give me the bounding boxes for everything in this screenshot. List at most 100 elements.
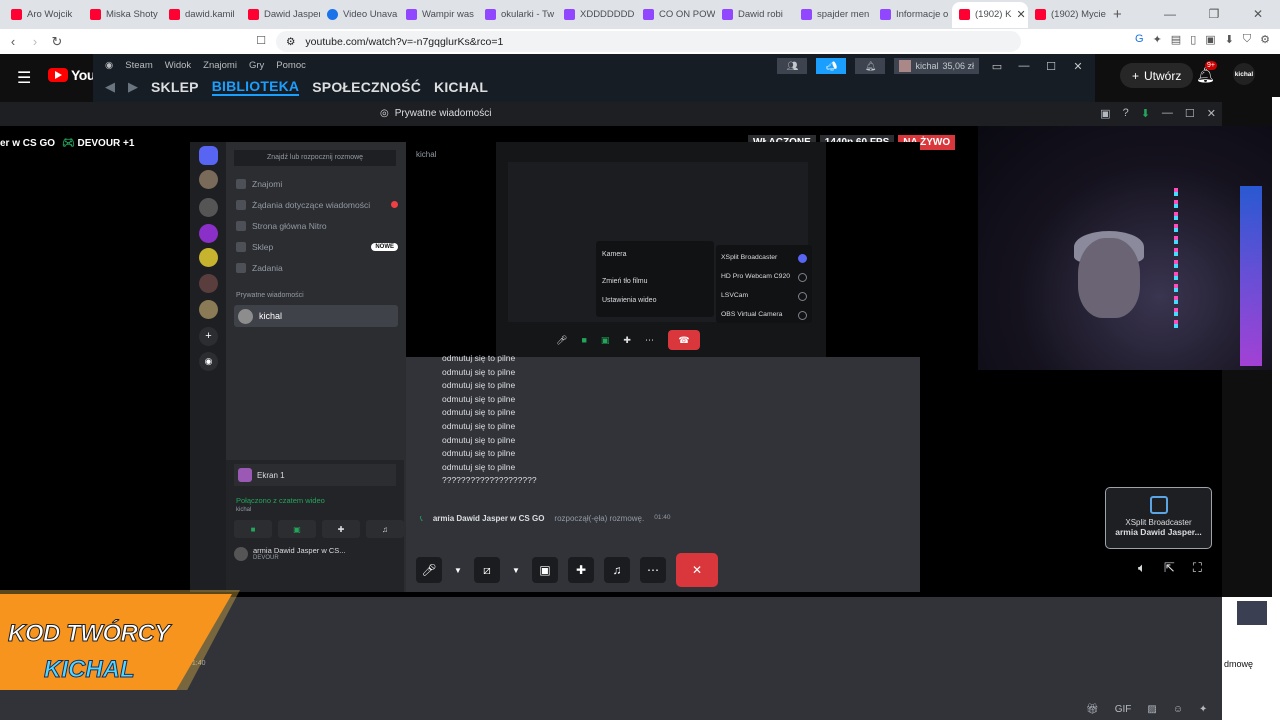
- server-icon[interactable]: [199, 248, 218, 267]
- server-icon[interactable]: [199, 198, 218, 217]
- screen-share-icon[interactable]: ▣: [532, 557, 558, 583]
- sidebar-item-nitro[interactable]: Strona główna Nitro: [234, 217, 398, 234]
- minimize-icon[interactable]: —: [1148, 0, 1192, 28]
- more-icon[interactable]: ⋯: [640, 557, 666, 583]
- sidebar-item-quests[interactable]: Zadania: [234, 259, 398, 276]
- steam-menu-item[interactable]: Pomoc: [276, 60, 306, 71]
- emoji-icon[interactable]: ☺: [1173, 704, 1183, 715]
- steam-menu-item[interactable]: Gry: [249, 60, 264, 71]
- dm-item[interactable]: kichal: [234, 305, 398, 327]
- back-icon[interactable]: ‹: [2, 34, 24, 49]
- steam-user-button[interactable]: kichal 35,06 zł: [894, 58, 979, 74]
- minimize-icon[interactable]: —: [1162, 107, 1173, 120]
- browser-tab[interactable]: Aro Wojcik: [4, 2, 83, 28]
- create-button[interactable]: + Utwórz: [1120, 63, 1194, 88]
- avatar[interactable]: kichal: [1233, 63, 1255, 85]
- announcement-icon[interactable]: 📣︎: [816, 58, 847, 74]
- participant-tile[interactable]: XSplit Broadcaster armia Dawid Jasper...: [1105, 487, 1212, 549]
- notifications-button[interactable]: 🔔︎ 9+: [1196, 61, 1217, 84]
- new-tab-icon[interactable]: +: [1113, 6, 1122, 23]
- browser-tab[interactable]: dawid.kamil: [162, 2, 241, 28]
- camera-icon[interactable]: ■: [234, 520, 272, 538]
- activities-icon[interactable]: ✚: [568, 557, 594, 583]
- translate-icon[interactable]: G: [1135, 33, 1144, 46]
- home-icon[interactable]: [199, 146, 218, 165]
- shield-icon[interactable]: ⛉: [1243, 33, 1251, 46]
- gif-icon[interactable]: GIF: [1115, 704, 1132, 715]
- sidebar-item-message-requests[interactable]: Żądania dotyczące wiadomości: [234, 196, 398, 213]
- add-server-icon[interactable]: +: [199, 327, 218, 346]
- help-icon[interactable]: ?: [1123, 107, 1129, 120]
- close-icon[interactable]: ✕: [1069, 60, 1087, 73]
- steam-nav-community[interactable]: SPOŁECZNOŚĆ: [312, 79, 421, 95]
- end-call-button[interactable]: ✕: [676, 553, 718, 587]
- maximize-icon[interactable]: ☐: [1185, 107, 1195, 120]
- apps-icon[interactable]: ✦: [1199, 704, 1207, 715]
- maximize-icon[interactable]: ☐: [1042, 60, 1060, 73]
- download-icon[interactable]: ⬇: [1225, 33, 1234, 46]
- server-icon[interactable]: [199, 300, 218, 319]
- close-window-icon[interactable]: ✕: [1236, 0, 1280, 28]
- search-input[interactable]: Znajdź lub rozpocznij rozmowę: [234, 150, 396, 166]
- menu-icon[interactable]: ☰: [17, 68, 31, 88]
- chevron-down-icon[interactable]: ▼: [452, 557, 464, 583]
- camera-icon[interactable]: ■: [581, 335, 586, 345]
- activities-icon[interactable]: ✚: [322, 520, 360, 538]
- steam-menu-item[interactable]: Steam: [125, 60, 152, 71]
- mic-icon[interactable]: 🎤︎: [416, 557, 442, 583]
- steam-menu-item[interactable]: Znajomi: [203, 60, 237, 71]
- friends-icon[interactable]: 👥︎: [777, 58, 808, 74]
- menu-item-bg[interactable]: Zmień tło filmu: [602, 272, 708, 291]
- explore-icon[interactable]: ◉: [199, 352, 218, 371]
- browser-tab[interactable]: Dawid Jasper: [241, 2, 320, 28]
- screen-share-view[interactable]: Kamera Zmień tło filmu Ustawienia wideo …: [496, 142, 826, 357]
- maximize-icon[interactable]: ❐: [1192, 0, 1236, 28]
- minimize-icon[interactable]: —: [1015, 60, 1033, 72]
- monitor-icon[interactable]: ▭: [988, 60, 1006, 73]
- wallet-icon[interactable]: ▣: [1205, 33, 1215, 46]
- server-icon[interactable]: [199, 224, 218, 243]
- screen-share-icon[interactable]: ▣: [601, 335, 610, 346]
- bell-icon[interactable]: 🔔︎: [855, 58, 886, 74]
- camera-off-icon[interactable]: ⧄: [474, 557, 500, 583]
- camera-option[interactable]: LSVCam: [721, 286, 807, 305]
- browser-tab[interactable]: okularki - Tw: [478, 2, 557, 28]
- sidebar-item-friends[interactable]: Znajomi: [234, 175, 398, 192]
- browser-tab[interactable]: Wampir was: [399, 2, 478, 28]
- thumbnail[interactable]: [1237, 601, 1267, 625]
- browser-tab[interactable]: XDDDDDDD: [557, 2, 636, 28]
- mic-icon[interactable]: 🎤︎: [556, 335, 567, 346]
- bookmark-icon[interactable]: ☐: [250, 34, 272, 47]
- browser-tab[interactable]: Miska Shoty: [83, 2, 162, 28]
- browser-tab[interactable]: Video Unava: [320, 2, 399, 28]
- forward-icon[interactable]: ›: [24, 34, 46, 49]
- puzzle-icon[interactable]: ✦: [1153, 33, 1162, 46]
- stream-player[interactable]: ◎ Prywatne wiadomości ▣ ? ⬇ — ☐ ✕ er w CS…: [0, 102, 1280, 597]
- browser-tab-active[interactable]: (1902) K ✕: [952, 1, 1028, 28]
- browser-tab[interactable]: Informacje o: [873, 2, 952, 28]
- activities-icon[interactable]: ✚: [623, 335, 631, 346]
- screen-share-status[interactable]: Ekran 1: [234, 464, 396, 486]
- sticker-icon[interactable]: ▨: [1147, 704, 1156, 715]
- forward-arrow-icon[interactable]: ▶: [128, 79, 138, 95]
- browser-tab[interactable]: CO ON POW: [636, 2, 715, 28]
- browser-tab[interactable]: spajder men: [794, 2, 873, 28]
- fullscreen-icon[interactable]: ⛶: [1193, 560, 1202, 576]
- server-icon[interactable]: [199, 274, 218, 293]
- camera-option[interactable]: XSplit Broadcaster: [721, 248, 807, 267]
- browser-tab[interactable]: (1902) Mycie: [1028, 2, 1107, 28]
- sidebar-item-shop[interactable]: Sklep NOWE: [234, 238, 398, 255]
- reload-icon[interactable]: ↻: [46, 34, 68, 50]
- steam-nav-profile[interactable]: KICHAL: [434, 79, 488, 95]
- sidebar-icon[interactable]: ▯: [1190, 33, 1196, 46]
- soundboard-icon[interactable]: ♫: [366, 520, 404, 538]
- steam-nav-library[interactable]: BIBLIOTEKA: [211, 78, 300, 96]
- hang-up-icon[interactable]: ☎: [667, 330, 700, 350]
- screen-share-icon[interactable]: ▣: [278, 520, 316, 538]
- close-icon[interactable]: ✕: [1207, 107, 1216, 120]
- camera-option[interactable]: OBS Virtual Camera: [721, 305, 807, 324]
- server-icon[interactable]: [199, 170, 218, 189]
- soundboard-icon[interactable]: ♫: [604, 557, 630, 583]
- camera-option[interactable]: HD Pro Webcam C920: [721, 267, 807, 286]
- reading-list-icon[interactable]: ▤: [1171, 33, 1181, 46]
